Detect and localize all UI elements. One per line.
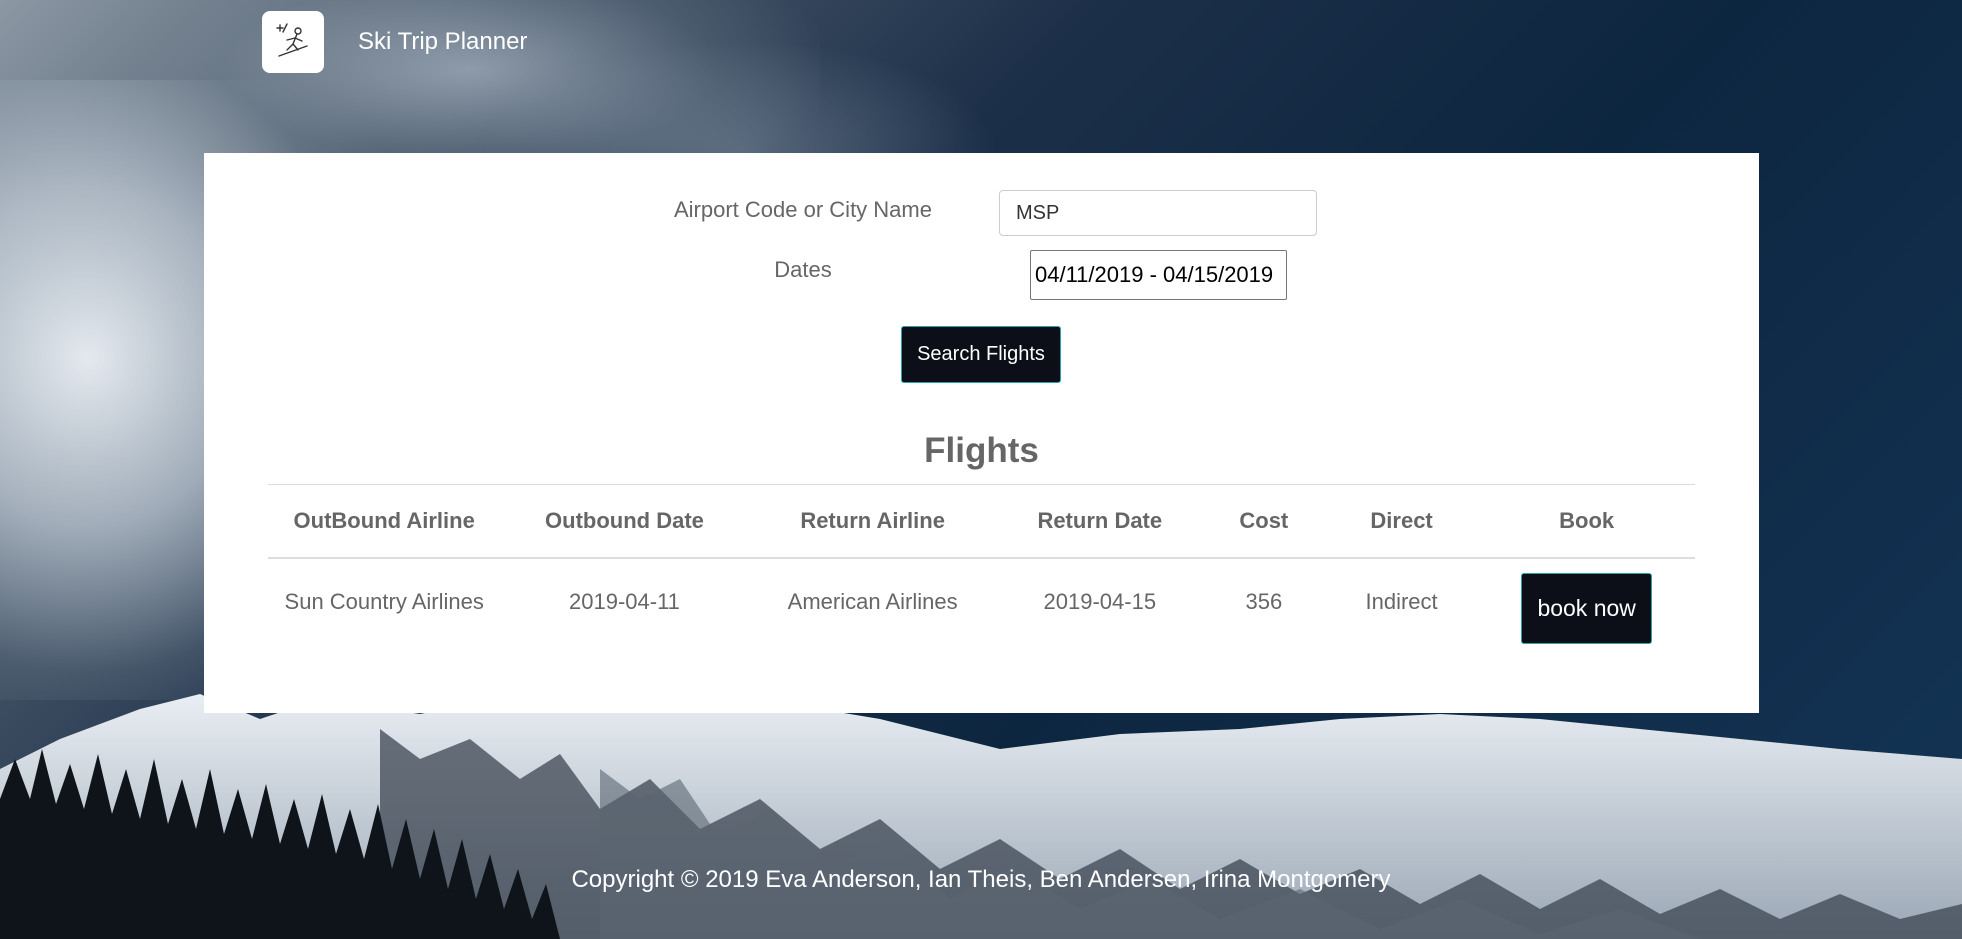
skier-icon[interactable] bbox=[262, 11, 324, 73]
column-header: Book bbox=[1478, 484, 1695, 559]
search-flights-button[interactable]: Search Flights bbox=[901, 326, 1061, 383]
column-header: Cost bbox=[1202, 484, 1325, 559]
table-header-row: OutBound Airline Outbound Date Return Ai… bbox=[268, 484, 1695, 559]
search-panel: Airport Code or City Name Dates Search F… bbox=[204, 153, 1759, 713]
column-header: Return Airline bbox=[748, 484, 997, 559]
column-header: Outbound Date bbox=[500, 484, 749, 559]
airport-input[interactable] bbox=[999, 190, 1317, 236]
column-header: Return Date bbox=[996, 484, 1203, 559]
copyright-footer: Copyright © 2019 Eva Anderson, Ian Theis… bbox=[571, 866, 1391, 893]
return-airline-cell: American Airlines bbox=[787, 588, 958, 614]
app-title[interactable]: Ski Trip Planner bbox=[358, 28, 527, 56]
book-now-button[interactable]: book now bbox=[1521, 573, 1653, 644]
column-header: Direct bbox=[1324, 484, 1479, 559]
app-header: Ski Trip Planner bbox=[262, 11, 527, 73]
flights-table: OutBound Airline Outbound Date Return Ai… bbox=[268, 484, 1695, 644]
dates-label: Dates bbox=[774, 257, 832, 282]
book-cell: book now bbox=[1478, 558, 1695, 644]
outbound-date-cell: 2019-04-11 bbox=[569, 588, 680, 614]
table-row: Sun Country Airlines 2019-04-11 American… bbox=[268, 558, 1695, 644]
flights-heading: Flights bbox=[924, 431, 1039, 470]
cost-cell: 356 bbox=[1245, 588, 1283, 614]
airport-label: Airport Code or City Name bbox=[674, 197, 932, 222]
outbound-airline-cell: Sun Country Airlines bbox=[284, 588, 484, 614]
direct-cell: Indirect bbox=[1365, 588, 1438, 614]
dates-input[interactable] bbox=[1030, 250, 1287, 300]
return-date-cell: 2019-04-15 bbox=[1043, 588, 1157, 614]
column-header: OutBound Airline bbox=[268, 484, 501, 559]
